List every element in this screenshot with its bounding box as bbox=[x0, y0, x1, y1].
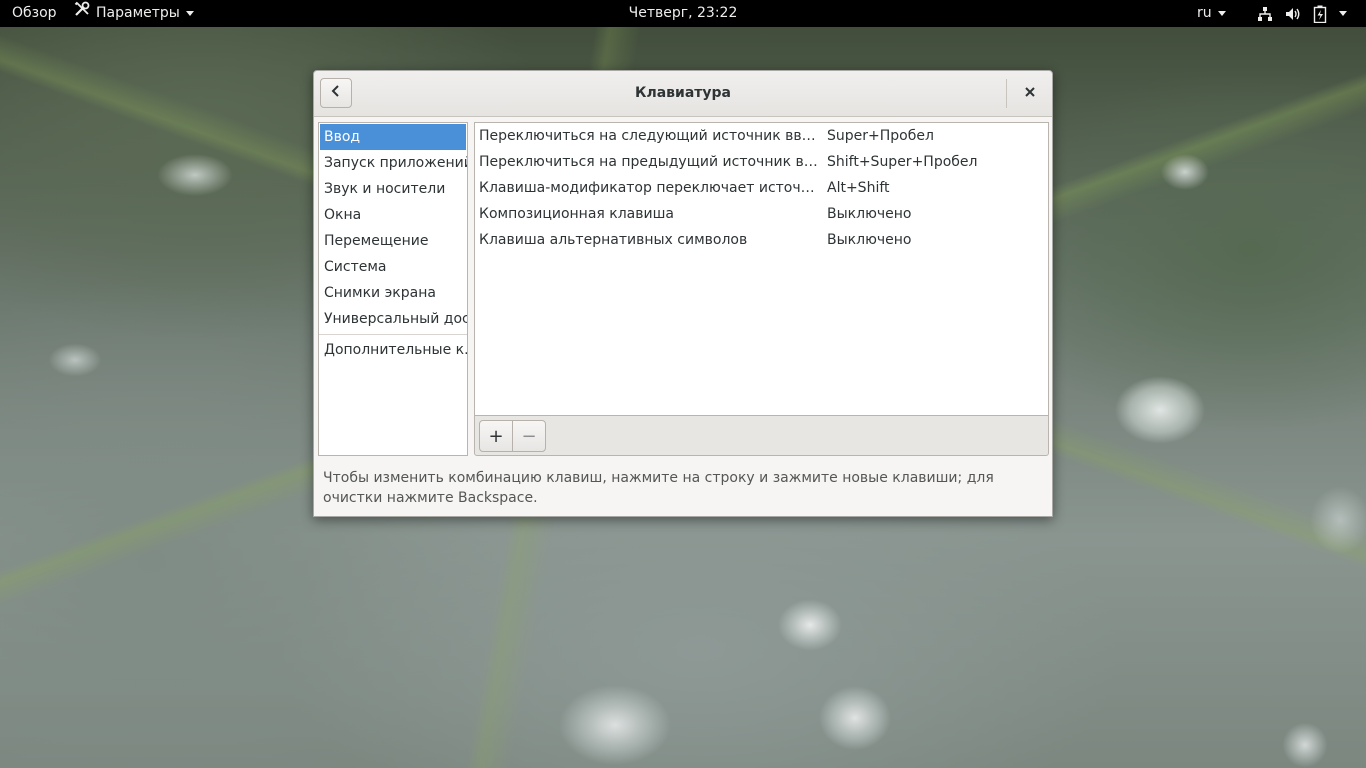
shortcut-row[interactable]: Переключиться на предыдущий источник вво… bbox=[475, 149, 1048, 175]
shortcut-toolbar: + − bbox=[474, 415, 1049, 456]
shortcut-accel: Super+Пробел bbox=[827, 128, 934, 144]
shortcut-row[interactable]: Клавиша альтернативных символов Выключен… bbox=[475, 227, 1048, 253]
network-icon bbox=[1257, 6, 1273, 22]
shortcut-row[interactable]: Композиционная клавиша Выключено bbox=[475, 201, 1048, 227]
language-label: ru bbox=[1197, 5, 1212, 21]
shortcut-name: Композиционная клавиша bbox=[479, 206, 675, 222]
sidebar-item-sound-media[interactable]: Звук и носители bbox=[319, 176, 467, 202]
shortcut-name: Переключиться на предыдущий источник вво… bbox=[479, 154, 819, 170]
chevron-left-icon bbox=[330, 84, 342, 102]
system-menu[interactable] bbox=[1257, 0, 1347, 27]
hint-text: Чтобы изменить комбинацию клавиш, нажмит… bbox=[323, 470, 994, 506]
volume-icon bbox=[1285, 6, 1301, 22]
shortcut-accel: Выключено bbox=[827, 232, 912, 248]
top-bar: Обзор Параметры Четверг, 23:22 ru bbox=[0, 0, 1366, 27]
shortcut-name: Переключиться на следующий источник ввод… bbox=[479, 128, 819, 144]
battery-icon bbox=[1313, 5, 1327, 23]
shortcut-list: Переключиться на следующий источник ввод… bbox=[474, 122, 1049, 415]
header-separator bbox=[1006, 79, 1007, 108]
tools-icon bbox=[74, 0, 96, 27]
shortcut-name: Клавиша альтернативных символов bbox=[479, 232, 748, 248]
app-menu-label: Параметры bbox=[96, 5, 180, 21]
sidebar-item-system[interactable]: Система bbox=[319, 254, 467, 280]
category-sidebar: Ввод Запуск приложений Звук и носители О… bbox=[318, 122, 468, 456]
sidebar-item-universal-access[interactable]: Универсальный дос... bbox=[319, 306, 467, 332]
app-menu-button[interactable]: Параметры bbox=[74, 0, 194, 27]
sidebar-item-screenshots[interactable]: Снимки экрана bbox=[319, 280, 467, 306]
chevron-down-icon bbox=[1339, 11, 1347, 16]
header-bar: Клавиатура bbox=[314, 71, 1052, 117]
sidebar-item-launchers[interactable]: Запуск приложений bbox=[319, 150, 467, 176]
chevron-down-icon bbox=[1217, 11, 1226, 16]
shortcut-accel: Alt+Shift bbox=[827, 180, 890, 196]
shortcut-row[interactable]: Клавиша-модификатор переключает источник… bbox=[475, 175, 1048, 201]
sidebar-item-navigation[interactable]: Перемещение bbox=[319, 228, 467, 254]
add-shortcut-button[interactable]: + bbox=[479, 420, 513, 452]
clock[interactable]: Четверг, 23:22 bbox=[629, 5, 738, 21]
sidebar-item-input[interactable]: Ввод bbox=[320, 124, 466, 150]
chevron-down-icon bbox=[185, 11, 194, 16]
back-button[interactable] bbox=[320, 78, 352, 108]
shortcut-name: Клавиша-модификатор переключает источник… bbox=[479, 180, 819, 196]
shortcut-accel: Выключено bbox=[827, 206, 912, 222]
remove-shortcut-button[interactable]: − bbox=[512, 420, 546, 452]
close-icon bbox=[1025, 85, 1035, 101]
activities-button[interactable]: Обзор bbox=[12, 0, 57, 27]
shortcut-row[interactable]: Переключиться на следующий источник ввод… bbox=[475, 123, 1048, 149]
sidebar-item-custom-shortcuts[interactable]: Дополнительные к... bbox=[319, 337, 467, 363]
sidebar-item-windows[interactable]: Окна bbox=[319, 202, 467, 228]
close-button[interactable] bbox=[1014, 78, 1046, 108]
dialog-title: Клавиатура bbox=[635, 85, 731, 101]
keyboard-settings-dialog: Клавиатура Ввод Запуск приложений Звук и… bbox=[313, 70, 1053, 517]
shortcut-accel: Shift+Super+Пробел bbox=[827, 154, 978, 170]
input-source-indicator[interactable]: ru bbox=[1197, 0, 1226, 27]
sidebar-separator bbox=[319, 334, 467, 335]
